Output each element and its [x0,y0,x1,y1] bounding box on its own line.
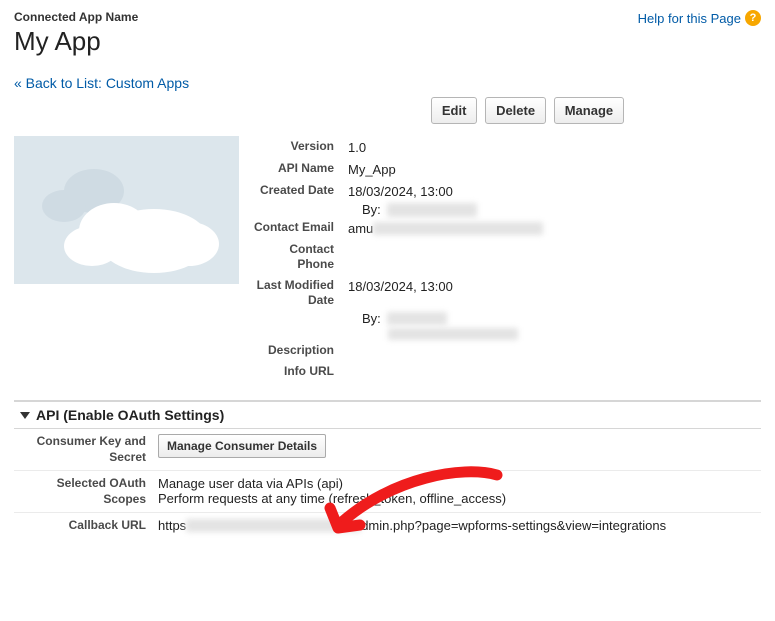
callback-url-suffix: dmin.php?page=wpforms-settings&view=inte… [361,518,666,533]
version-value: 1.0 [348,139,366,155]
help-link-text: Help for this Page [638,11,741,26]
page-pretitle: Connected App Name [14,10,138,24]
contact-email-redacted: xxxxxxxxxxxxxxxxxxxx [373,222,543,235]
callback-url-prefix: https [158,518,186,533]
help-link[interactable]: Help for this Page ? [638,10,761,26]
modified-by-prefix: By: [362,311,381,326]
delete-button[interactable]: Delete [485,97,546,124]
oauth-scopes-label: Selected OAuth Scopes [18,476,158,507]
contact-email-prefix: amu [348,221,373,236]
oauth-scope-line-1: Manage user data via APIs (api) [158,476,757,491]
contact-phone-label: Contact Phone [253,242,348,272]
help-icon: ? [745,10,761,26]
edit-button[interactable]: Edit [431,97,478,124]
app-logo-placeholder [14,136,239,284]
created-date-label: Created Date [253,183,348,198]
info-url-label: Info URL [253,364,348,379]
created-date-value: 18/03/2024, 13:00 [348,183,453,199]
callback-url-label: Callback URL [18,518,158,534]
description-label: Description [253,343,348,358]
api-section-header[interactable]: API (Enable OAuth Settings) [14,400,761,429]
version-label: Version [253,139,348,154]
modified-by-redacted-1: xxxxxx [387,312,447,325]
api-name-label: API Name [253,161,348,176]
back-to-list-link[interactable]: « Back to List: Custom Apps [14,75,189,91]
api-name-value: My_App [348,161,396,177]
contact-email-label: Contact Email [253,220,348,235]
cloud-icon [14,136,239,284]
oauth-scope-line-2: Perform requests at any time (refresh_to… [158,491,757,506]
page-title: My App [14,26,138,57]
modified-by-redacted-2: xxxxxxxxxxxxxxx [388,328,518,340]
created-by-prefix: By: [362,202,381,217]
last-modified-label: Last Modified Date [253,278,348,308]
disclosure-triangle-icon [20,412,30,419]
manage-consumer-details-button[interactable]: Manage Consumer Details [158,434,326,458]
callback-url-redacted: xxxxxxxxxxxxxxxxxxxxxxxx [186,519,361,532]
consumer-key-label: Consumer Key and Secret [18,434,158,465]
api-section-title: API (Enable OAuth Settings) [36,407,224,423]
created-by-redacted: xxxxxxxxx [387,203,477,217]
last-modified-value: 18/03/2024, 13:00 [348,278,453,294]
manage-button[interactable]: Manage [554,97,624,124]
